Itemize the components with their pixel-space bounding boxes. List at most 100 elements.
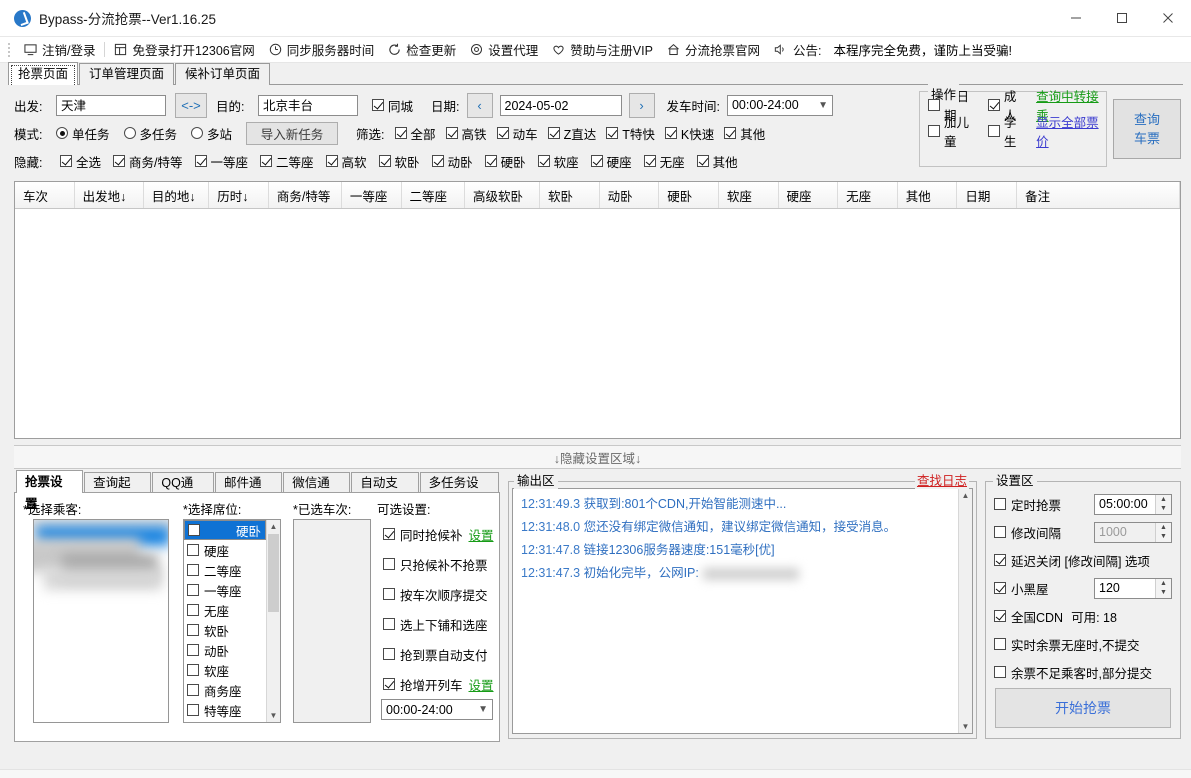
grid-column-header[interactable]: 软卧 bbox=[540, 182, 600, 208]
hide-ruanwo[interactable]: 软卧 bbox=[379, 152, 420, 171]
filter-other[interactable]: 其他 bbox=[724, 124, 765, 143]
toolbar-sync-server-time[interactable]: 同步服务器时间 bbox=[262, 39, 382, 61]
seat-list-item[interactable]: 硬卧 bbox=[184, 520, 266, 540]
grid-column-header[interactable]: 一等座 bbox=[342, 182, 402, 208]
checkbox-box[interactable] bbox=[994, 666, 1006, 678]
option-row[interactable]: 按车次顺序提交 bbox=[383, 579, 493, 609]
seat-list-item[interactable]: 动卧 bbox=[184, 640, 266, 660]
grid-column-header[interactable]: 历时↓ bbox=[209, 182, 269, 208]
checkbox-box[interactable] bbox=[994, 498, 1006, 510]
add-child-checkbox[interactable]: 加儿童 bbox=[928, 112, 978, 150]
checkbox-box[interactable] bbox=[383, 618, 395, 630]
settings-row[interactable]: 余票不足乘客时,部分提交 bbox=[986, 658, 1180, 686]
grab-train-time-select[interactable]: 00:00-24:00 ▼ bbox=[381, 699, 493, 720]
grid-column-header[interactable]: 其他 bbox=[898, 182, 958, 208]
checkbox-box[interactable] bbox=[187, 564, 199, 576]
bottom-tab-item[interactable]: 自动支付 bbox=[351, 472, 418, 493]
option-row[interactable]: 抢增开列车设置 bbox=[383, 669, 493, 699]
bottom-tab-item[interactable]: 查询起售 bbox=[84, 472, 151, 493]
output-scrollbar[interactable]: ▲ ▼ bbox=[958, 489, 972, 733]
hide-business[interactable]: 商务/特等 bbox=[113, 152, 182, 171]
scroll-up-icon[interactable]: ▲ bbox=[267, 520, 280, 533]
checkbox-box[interactable] bbox=[994, 638, 1006, 650]
hide-wuzuo[interactable]: 无座 bbox=[644, 152, 685, 171]
toolbar-proxy-settings[interactable]: 设置代理 bbox=[463, 39, 545, 61]
checkbox-box[interactable] bbox=[187, 584, 199, 596]
toolbar-sponsor-vip[interactable]: 赞助与注册VIP bbox=[545, 39, 660, 61]
tab-waitlist-orders[interactable]: 候补订单页面 bbox=[175, 63, 270, 85]
tab-grab-ticket[interactable]: 抢票页面 bbox=[8, 62, 78, 85]
checkbox-box[interactable] bbox=[187, 664, 199, 676]
seat-list-item[interactable]: 硬座 bbox=[184, 540, 266, 560]
bottom-tab-active[interactable]: 抢票设置 bbox=[16, 470, 83, 493]
checkbox-box[interactable] bbox=[383, 648, 395, 660]
seat-list-item[interactable]: 一等座 bbox=[184, 580, 266, 600]
date-input[interactable]: 2024-05-02 bbox=[500, 95, 622, 116]
grid-column-header[interactable]: 二等座 bbox=[402, 182, 465, 208]
settings-spinbox[interactable]: 05:00:00▲▼ bbox=[1094, 494, 1172, 515]
hide-first-class[interactable]: 一等座 bbox=[195, 152, 249, 171]
hide-gaoruan[interactable]: 高软 bbox=[326, 152, 367, 171]
hide-selectall[interactable]: 全选 bbox=[60, 152, 101, 171]
tab-order-management[interactable]: 订单管理页面 bbox=[79, 63, 174, 85]
student-checkbox[interactable]: 学生 bbox=[988, 112, 1026, 150]
option-settings-link[interactable]: 设置 bbox=[469, 675, 494, 694]
seat-list-item[interactable]: 软座 bbox=[184, 660, 266, 680]
spinner-arrows[interactable]: ▲▼ bbox=[1155, 579, 1171, 598]
grid-column-header[interactable]: 无座 bbox=[838, 182, 898, 208]
checkbox-box[interactable] bbox=[994, 526, 1006, 538]
train-results-grid[interactable]: 车次出发地↓目的地↓历时↓商务/特等一等座二等座高级软卧软卧动卧硬卧软座硬座无座… bbox=[14, 181, 1181, 439]
option-row[interactable]: 选上下铺和选座 bbox=[383, 609, 493, 639]
checkbox-box[interactable] bbox=[994, 582, 1006, 594]
grid-column-header[interactable]: 动卧 bbox=[600, 182, 660, 208]
settings-row[interactable]: 实时余票无座时,不提交 bbox=[986, 630, 1180, 658]
bottom-tab-item[interactable]: 多任务设置 bbox=[420, 472, 499, 493]
grid-column-header[interactable]: 日期 bbox=[957, 182, 1017, 208]
mode-radio-single[interactable]: 单任务 bbox=[56, 124, 110, 143]
spinner-down-icon[interactable]: ▼ bbox=[1156, 532, 1171, 542]
toolbar-check-update[interactable]: 检查更新 bbox=[381, 39, 463, 61]
scroll-down-icon[interactable]: ▼ bbox=[267, 709, 280, 722]
mode-radio-multistation[interactable]: 多站 bbox=[191, 124, 232, 143]
checkbox-box[interactable] bbox=[383, 678, 395, 690]
grid-column-header[interactable]: 备注 bbox=[1017, 182, 1180, 208]
spinner-up-icon[interactable]: ▲ bbox=[1156, 495, 1171, 505]
date-prev-button[interactable]: ‹ bbox=[467, 93, 493, 118]
settings-row[interactable]: 全国CDN可用: 18 bbox=[986, 602, 1180, 630]
spinner-down-icon[interactable]: ▼ bbox=[1156, 588, 1171, 598]
grid-column-header[interactable]: 出发地↓ bbox=[75, 182, 144, 208]
settings-row[interactable]: 延迟关闭 [修改间隔] 选项 bbox=[986, 546, 1180, 574]
checkbox-box[interactable] bbox=[187, 544, 199, 556]
option-row[interactable]: 同时抢候补设置 bbox=[383, 519, 493, 549]
bottom-tab-item[interactable]: 邮件通知 bbox=[215, 472, 282, 493]
grid-column-header[interactable]: 目的地↓ bbox=[144, 182, 209, 208]
checkbox-box[interactable] bbox=[188, 524, 200, 536]
settings-spinbox[interactable]: 1000▲▼ bbox=[1094, 522, 1172, 543]
bottom-tab-item[interactable]: 微信通知 bbox=[283, 472, 350, 493]
hide-other[interactable]: 其他 bbox=[697, 152, 738, 171]
spinner-up-icon[interactable]: ▲ bbox=[1156, 523, 1171, 533]
start-grabbing-button[interactable]: 开始抢票 bbox=[995, 688, 1171, 728]
seat-list-item[interactable]: 二等座 bbox=[184, 560, 266, 580]
query-tickets-button[interactable]: 查询 车票 bbox=[1113, 99, 1181, 159]
scrollbar-thumb[interactable] bbox=[268, 534, 279, 612]
selected-train-list[interactable] bbox=[293, 519, 371, 723]
checkbox-box[interactable] bbox=[187, 704, 199, 716]
depart-time-select[interactable]: 00:00-24:00 ▼ bbox=[727, 95, 833, 116]
checkbox-box[interactable] bbox=[383, 558, 395, 570]
option-row[interactable]: 抢到票自动支付 bbox=[383, 639, 493, 669]
filter-all[interactable]: 全部 bbox=[395, 124, 436, 143]
hide-settings-toggle[interactable]: ↓隐藏设置区域↓ bbox=[14, 445, 1181, 469]
link-show-all-prices[interactable]: 显示全部票价 bbox=[1036, 112, 1106, 150]
maximize-button[interactable] bbox=[1099, 0, 1145, 36]
from-input[interactable]: 天津 bbox=[56, 95, 166, 116]
passenger-list[interactable] bbox=[33, 519, 169, 723]
seat-type-list[interactable]: 硬卧硬座二等座一等座无座软卧动卧软座商务座特等座 ▲ ▼ bbox=[183, 519, 281, 723]
checkbox-box[interactable] bbox=[383, 588, 395, 600]
hide-dongwo[interactable]: 动卧 bbox=[432, 152, 473, 171]
seat-list-scrollbar[interactable]: ▲ ▼ bbox=[266, 520, 280, 722]
seat-list-item[interactable]: 商务座 bbox=[184, 680, 266, 700]
minimize-button[interactable] bbox=[1053, 0, 1099, 36]
toolbar-logout-login[interactable]: 注销/登录 bbox=[17, 39, 102, 61]
spinner-arrows[interactable]: ▲▼ bbox=[1155, 495, 1171, 514]
